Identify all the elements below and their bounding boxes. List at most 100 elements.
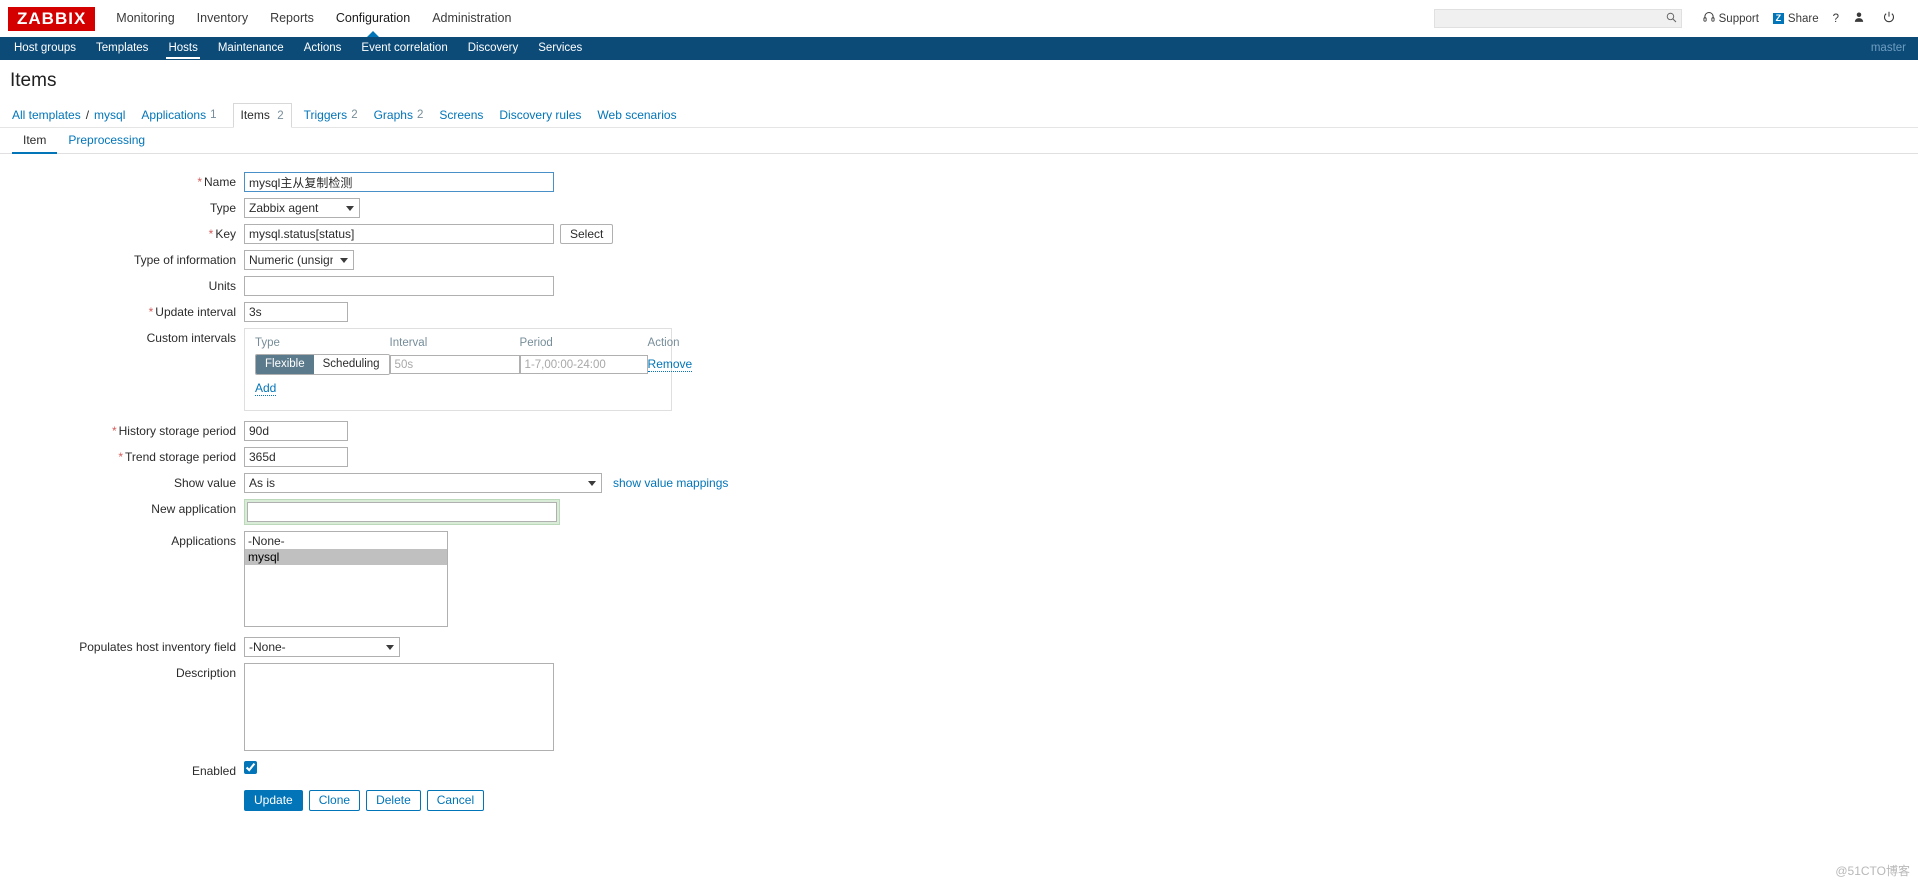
new-application-input[interactable] (247, 502, 557, 522)
support-link[interactable]: Support (1696, 11, 1766, 26)
breadcrumb-web-scenarios-label[interactable]: Web scenarios (597, 108, 676, 122)
user-profile-link[interactable] (1846, 11, 1876, 26)
share-link[interactable]: Z Share (1766, 13, 1826, 25)
cancel-button[interactable]: Cancel (426, 790, 485, 811)
update-interval-input[interactable] (244, 302, 348, 322)
breadcrumb-graphs-label[interactable]: Graphs (374, 108, 413, 122)
show-value-mappings-link[interactable]: show value mappings (613, 476, 728, 490)
subnav-item-services[interactable]: Services (528, 37, 592, 60)
key-input[interactable] (244, 224, 554, 244)
applications-label: Applications (171, 534, 236, 548)
applications-listbox[interactable]: -None- mysql (244, 531, 448, 627)
form-row-applications: Applications -None- mysql (0, 531, 1918, 627)
subnav-item-event-correlation[interactable]: Event correlation (351, 37, 457, 60)
required-marker: * (118, 450, 124, 464)
interval-type-flexible[interactable]: Flexible (256, 355, 314, 374)
name-label: * Name (0, 172, 244, 192)
breadcrumb-discovery-rules-label[interactable]: Discovery rules (499, 108, 581, 122)
zabbix-logo[interactable]: ZABBIX (8, 6, 96, 31)
breadcrumb-screens-label[interactable]: Screens (439, 108, 483, 122)
share-icon: Z (1772, 13, 1784, 24)
subnav-item-actions[interactable]: Actions (294, 37, 352, 60)
trend-storage-period-label-text: Trend storage period (125, 450, 236, 464)
applications-option-mysql[interactable]: mysql (245, 549, 447, 565)
form-row-populates-host-inventory-field: Populates host inventory field -None- (0, 637, 1918, 657)
breadcrumb-discovery-rules[interactable]: Discovery rules (499, 108, 581, 122)
custom-interval-row: Flexible Scheduling Remov (255, 354, 693, 381)
search-icon[interactable] (1666, 12, 1677, 26)
nav-item-inventory[interactable]: Inventory (186, 0, 259, 37)
type-select-wrapper: Zabbix agent (244, 198, 360, 218)
nav-item-reports[interactable]: Reports (259, 0, 325, 37)
item-form-tabs: Item Preprocessing (0, 128, 1918, 154)
custom-interval-period-input[interactable] (519, 355, 648, 374)
show-value-select-wrapper: As is (244, 473, 602, 493)
form-row-new-application: New application (0, 499, 1918, 525)
breadcrumb-graphs[interactable]: Graphs 2 (374, 108, 424, 122)
header-right-tools: Support Z Share ? (1433, 9, 1906, 28)
applications-option-none[interactable]: -None- (245, 533, 447, 549)
required-marker: * (148, 305, 154, 319)
breadcrumb-separator: / (85, 107, 90, 122)
form-action-buttons: Update Clone Delete Cancel (244, 790, 485, 811)
secondary-navigation: Host groups Templates Hosts Maintenance … (0, 37, 1918, 60)
key-select-button[interactable]: Select (560, 224, 614, 244)
type-select[interactable]: Zabbix agent (244, 198, 360, 218)
required-marker: * (111, 424, 117, 438)
units-input[interactable] (244, 276, 554, 296)
required-marker: * (208, 227, 214, 241)
populates-host-inventory-field-select[interactable]: -None- (244, 637, 400, 657)
breadcrumb-all-templates[interactable]: All templates (12, 108, 81, 122)
breadcrumb-items[interactable]: Items 2 (232, 103, 292, 128)
populates-host-inventory-field-select-wrapper: -None- (244, 637, 400, 657)
breadcrumb-screens[interactable]: Screens (439, 108, 483, 122)
enabled-checkbox[interactable] (244, 761, 257, 774)
delete-button[interactable]: Delete (366, 790, 421, 811)
tab-item[interactable]: Item (12, 128, 58, 154)
global-search[interactable] (1433, 9, 1682, 28)
type-of-information-select[interactable]: Numeric (unsigned) (244, 250, 354, 270)
sign-out-link[interactable] (1876, 11, 1906, 26)
help-link[interactable]: ? (1826, 13, 1846, 25)
breadcrumb-triggers[interactable]: Triggers 2 (304, 108, 358, 122)
item-form: *Name Type Zabbix agent *Key Select Type… (0, 154, 1918, 811)
nav-item-administration[interactable]: Administration (421, 0, 522, 37)
watermark: @51CTO博客 (1835, 864, 1910, 878)
breadcrumb-triggers-label[interactable]: Triggers (304, 108, 348, 122)
tab-preprocessing[interactable]: Preprocessing (57, 128, 156, 153)
history-storage-period-input[interactable] (244, 421, 348, 441)
custom-interval-input[interactable] (389, 355, 520, 374)
subnav-item-discovery[interactable]: Discovery (458, 37, 528, 60)
clone-button[interactable]: Clone (308, 790, 361, 811)
power-icon (1883, 11, 1899, 26)
server-name-label: master (1870, 42, 1906, 54)
subnav-item-hosts[interactable]: Hosts (158, 37, 207, 60)
breadcrumb-web-scenarios[interactable]: Web scenarios (597, 108, 676, 122)
custom-interval-remove-link[interactable]: Remove (647, 357, 693, 372)
breadcrumb-applications-count: 1 (210, 108, 217, 121)
key-label-text: Key (215, 227, 236, 241)
units-label: Units (208, 279, 236, 293)
description-label: Description (175, 666, 236, 680)
interval-type-scheduling[interactable]: Scheduling (313, 355, 389, 374)
subnav-item-maintenance[interactable]: Maintenance (208, 37, 294, 60)
nav-item-monitoring[interactable]: Monitoring (105, 0, 185, 37)
search-input[interactable] (1438, 11, 1666, 26)
trend-storage-period-input[interactable] (244, 447, 348, 467)
breadcrumb-template-name[interactable]: mysql (94, 108, 125, 122)
form-row-history-storage-period: * History storage period (0, 421, 1918, 441)
custom-interval-add-link[interactable]: Add (255, 381, 277, 396)
update-button[interactable]: Update (244, 790, 303, 811)
subnav-item-host-groups[interactable]: Host groups (4, 37, 86, 60)
show-value-select[interactable]: As is (244, 473, 602, 493)
column-header-type: Type (255, 337, 280, 349)
breadcrumb-applications[interactable]: Applications 1 (141, 108, 216, 122)
name-input[interactable] (244, 172, 554, 192)
subnav-item-templates[interactable]: Templates (86, 37, 158, 60)
breadcrumb-graphs-count: 2 (416, 108, 424, 121)
custom-interval-period-cell (519, 354, 648, 381)
breadcrumb-applications-label[interactable]: Applications (141, 108, 206, 122)
description-textarea[interactable] (244, 663, 554, 751)
nav-item-configuration[interactable]: Configuration (325, 0, 421, 37)
name-label-text: Name (203, 175, 236, 189)
